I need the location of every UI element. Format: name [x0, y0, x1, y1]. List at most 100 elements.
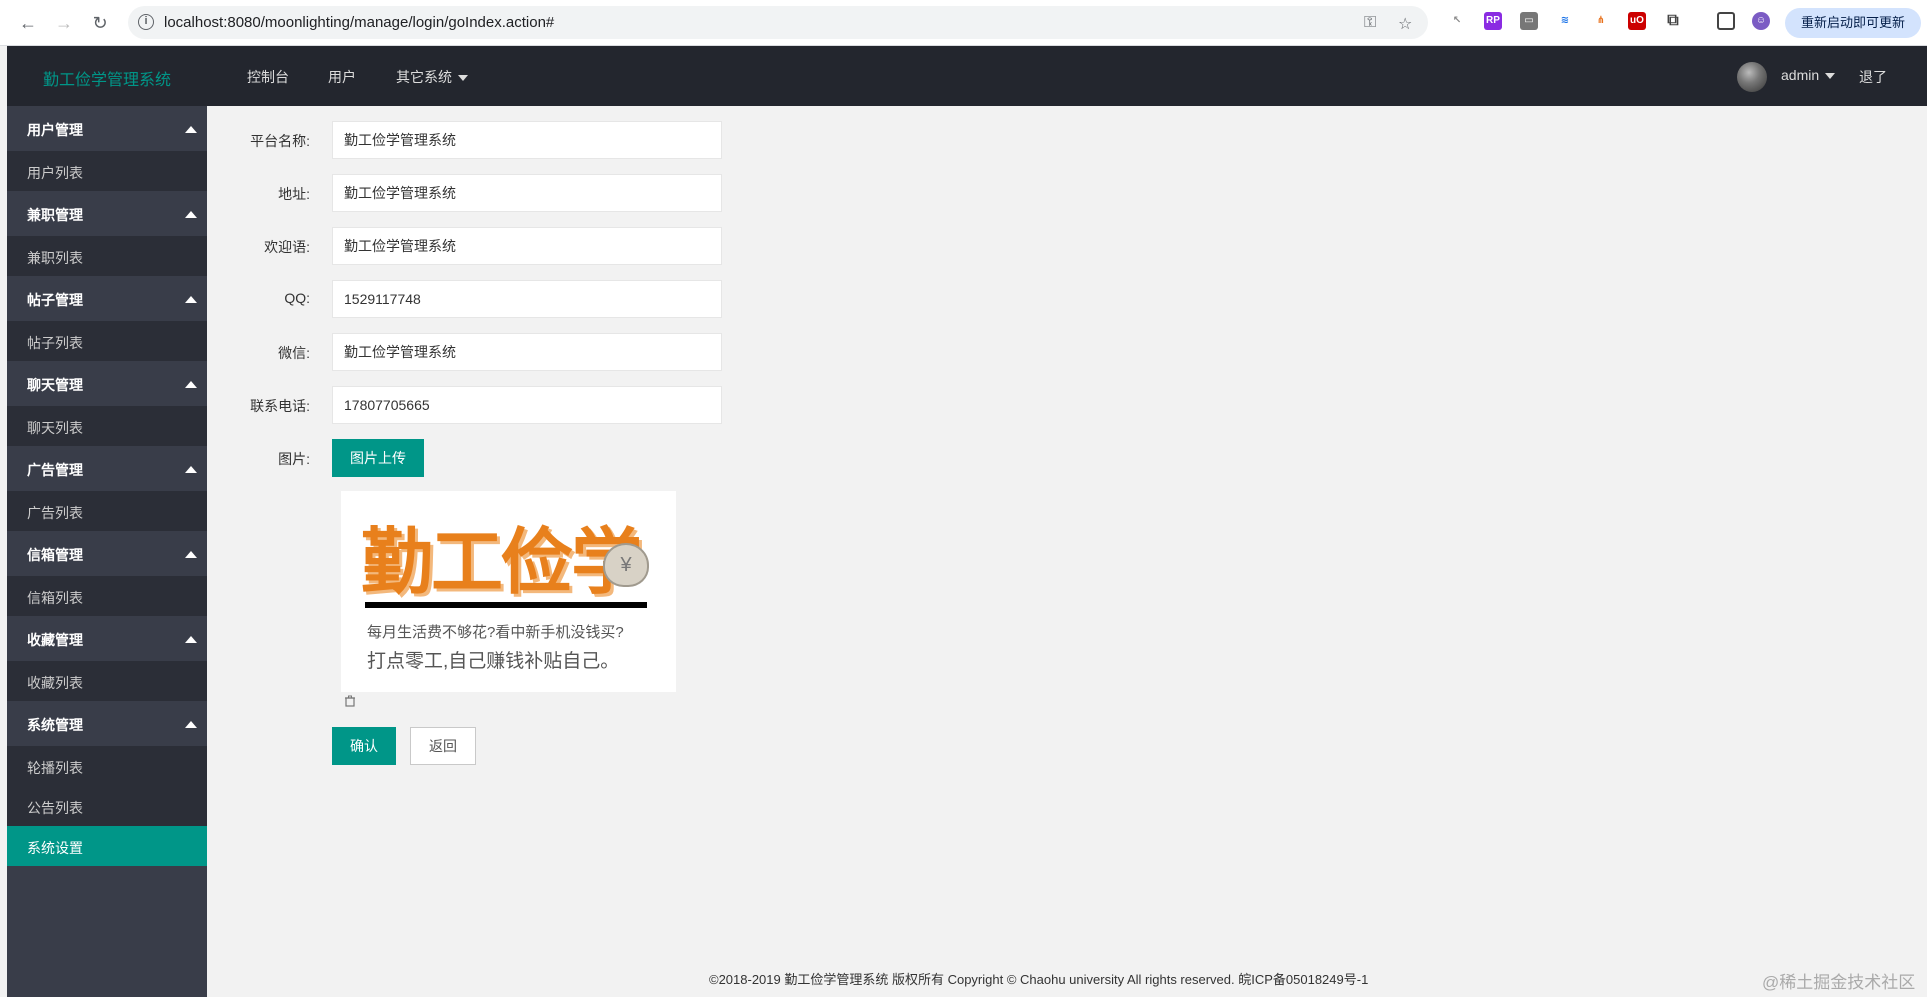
chevron-up-icon	[185, 466, 197, 473]
sidebar-group-posts[interactable]: 帖子管理	[7, 276, 207, 321]
nav-user[interactable]: 用户	[328, 67, 356, 87]
sidebar-item-label: 公告列表	[27, 800, 83, 816]
sidebar-group-label: 收藏管理	[27, 632, 83, 648]
user-menu[interactable]: admin	[1781, 67, 1836, 83]
extensions-puzzle-icon[interactable]: ⧉	[1664, 12, 1682, 30]
sidebar-group-users[interactable]: 用户管理	[7, 106, 207, 151]
nav-console[interactable]: 控制台	[247, 67, 289, 87]
forward-arrow-icon[interactable]: →	[52, 11, 76, 35]
money-bag-icon: ¥	[603, 543, 649, 587]
qq-input[interactable]	[332, 280, 722, 318]
sidebar-item-label: 系统设置	[27, 840, 83, 856]
extension-ublock-icon[interactable]: uO	[1628, 12, 1646, 30]
profile-avatar-icon[interactable]: ☺	[1752, 12, 1770, 30]
chevron-up-icon	[185, 126, 197, 133]
back-arrow-icon[interactable]: ←	[16, 11, 40, 35]
chevron-up-icon	[185, 636, 197, 643]
preview-title: 勤工俭学	[361, 520, 643, 604]
address-url[interactable]: localhost:8080/moonlighting/manage/login…	[164, 14, 554, 31]
sidebar-group-chat[interactable]: 聊天管理	[7, 361, 207, 406]
nav-console-label: 控制台	[247, 69, 289, 85]
extension-cursor-icon[interactable]: ↖	[1448, 12, 1466, 30]
sidebar-group-parttime[interactable]: 兼职管理	[7, 191, 207, 236]
welcome-label: 欢迎语:	[264, 239, 310, 255]
extension-layers-icon[interactable]: ≋	[1556, 12, 1574, 30]
avatar[interactable]	[1737, 62, 1767, 92]
trash-icon[interactable]	[344, 695, 356, 707]
address-bar[interactable]: i localhost:8080/moonlighting/manage/log…	[128, 6, 1428, 39]
chevron-down-icon	[458, 75, 468, 82]
upload-image-button[interactable]: 图片上传	[332, 439, 424, 477]
sidebar-item-label: 用户列表	[27, 165, 83, 181]
chevron-down-icon	[1825, 73, 1836, 80]
image-label: 图片:	[278, 451, 310, 467]
preview-line-1: 每月生活费不够花?看中新手机没钱买?	[367, 624, 624, 641]
sidebar: 用户管理 用户列表 兼职管理 兼职列表 帖子管理 帖子列表 聊天管理 聊天列表 …	[7, 106, 207, 997]
sidebar-item-parttime-list[interactable]: 兼职列表	[7, 236, 207, 276]
sidebar-group-mailbox[interactable]: 信箱管理	[7, 531, 207, 576]
extension-tree-icon[interactable]: ⋔	[1592, 12, 1610, 30]
watermark: @稀土掘金技术社区	[1762, 973, 1916, 992]
sidebar-item-notice-list[interactable]: 公告列表	[7, 786, 207, 826]
sidebar-item-label: 轮播列表	[27, 760, 83, 776]
address-input[interactable]	[332, 174, 722, 212]
wechat-label: 微信:	[278, 345, 310, 361]
key-icon[interactable]: ⚿	[1364, 14, 1376, 32]
logout-link[interactable]: 退了	[1859, 67, 1887, 87]
sidebar-item-ad-list[interactable]: 广告列表	[7, 491, 207, 531]
site-info-icon[interactable]: i	[138, 14, 154, 30]
side-panel-icon[interactable]	[1717, 12, 1735, 30]
sidebar-item-chat-list[interactable]: 聊天列表	[7, 406, 207, 446]
phone-label: 联系电话:	[250, 398, 310, 414]
sidebar-group-label: 兼职管理	[27, 207, 83, 223]
platform-name-input[interactable]	[332, 121, 722, 159]
browser-toolbar: ← → ↻ i localhost:8080/moonlighting/mana…	[0, 0, 1927, 46]
qq-label: QQ:	[284, 290, 310, 306]
app-logo[interactable]: 勤工俭学管理系统	[43, 66, 171, 90]
app-header: 勤工俭学管理系统 控制台 用户 其它系统 admin 退了	[7, 46, 1927, 106]
preview-line-2: 打点零工,自己赚钱补贴自己。	[367, 651, 620, 672]
wechat-input[interactable]	[332, 333, 722, 371]
sidebar-group-label: 广告管理	[27, 462, 83, 478]
sidebar-group-system[interactable]: 系统管理	[7, 701, 207, 746]
sidebar-item-label: 收藏列表	[27, 675, 83, 691]
user-name: admin	[1781, 67, 1820, 83]
sidebar-item-system-settings[interactable]: 系统设置	[7, 826, 207, 866]
sidebar-group-label: 信箱管理	[27, 547, 83, 563]
sidebar-group-label: 聊天管理	[27, 377, 83, 393]
sidebar-item-carousel-list[interactable]: 轮播列表	[7, 746, 207, 786]
sidebar-group-ads[interactable]: 广告管理	[7, 446, 207, 491]
nav-user-label: 用户	[328, 69, 356, 85]
footer-copyright: ©2018-2019 勤工俭学管理系统 版权所有 Copyright © Cha…	[709, 972, 1369, 987]
confirm-button[interactable]: 确认	[332, 727, 396, 765]
nav-other-systems-label: 其它系统	[396, 69, 452, 85]
phone-input[interactable]	[332, 386, 722, 424]
sidebar-item-label: 广告列表	[27, 505, 83, 521]
preview-divider	[365, 602, 647, 608]
sidebar-group-favorites[interactable]: 收藏管理	[7, 616, 207, 661]
update-button[interactable]: 重新启动即可更新	[1785, 8, 1921, 38]
extension-store-icon[interactable]: ▭	[1520, 12, 1538, 30]
sidebar-group-label: 系统管理	[27, 717, 83, 733]
sidebar-group-label: 用户管理	[27, 122, 83, 138]
platform-name-label: 平台名称:	[250, 133, 310, 149]
sidebar-item-mailbox-list[interactable]: 信箱列表	[7, 576, 207, 616]
back-button[interactable]: 返回	[410, 727, 476, 765]
bookmark-star-icon[interactable]: ☆	[1398, 14, 1412, 34]
reload-icon[interactable]: ↻	[88, 11, 112, 35]
sidebar-item-label: 兼职列表	[27, 250, 83, 266]
sidebar-item-user-list[interactable]: 用户列表	[7, 151, 207, 191]
sidebar-group-label: 帖子管理	[27, 292, 83, 308]
sidebar-item-post-list[interactable]: 帖子列表	[7, 321, 207, 361]
nav-other-systems[interactable]: 其它系统	[396, 67, 468, 87]
sidebar-item-label: 帖子列表	[27, 335, 83, 351]
chevron-up-icon	[185, 381, 197, 388]
welcome-input[interactable]	[332, 227, 722, 265]
image-preview: 勤工俭学 ¥ 每月生活费不够花?看中新手机没钱买? 打点零工,自己赚钱补贴自己。	[341, 491, 676, 692]
chevron-up-icon	[185, 551, 197, 558]
sidebar-item-favorite-list[interactable]: 收藏列表	[7, 661, 207, 701]
extension-rp-icon[interactable]: RP	[1484, 12, 1502, 30]
sidebar-item-label: 聊天列表	[27, 420, 83, 436]
chevron-up-icon	[185, 296, 197, 303]
chevron-up-icon	[185, 211, 197, 218]
